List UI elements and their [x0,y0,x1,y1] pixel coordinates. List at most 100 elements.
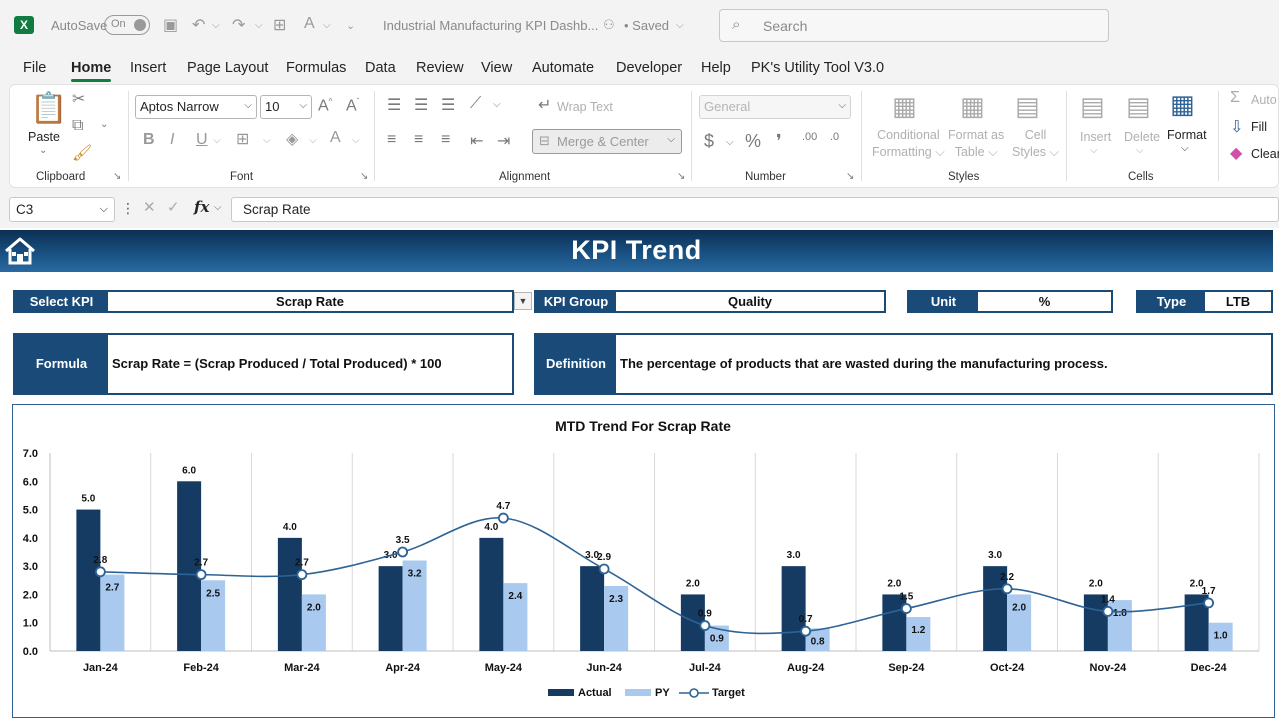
format-as-table-icon[interactable]: ▦ [960,91,985,122]
tab-data[interactable]: Data [365,60,396,76]
undo-dropdown-icon[interactable]: ⌵ [212,20,220,31]
borders-icon[interactable]: ⊞ [273,15,286,35]
name-box[interactable]: C3 ⌵ [9,197,115,222]
merge-center-button[interactable]: ⊟ Merge & Center ⌵ [532,129,682,154]
undo-icon[interactable]: ↶ [192,15,205,35]
insert-function-icon[interactable]: fx [194,198,209,216]
align-right-icon[interactable]: ≡ [441,131,450,149]
autosave-toggle[interactable]: On [104,15,150,35]
wrap-text-label[interactable]: Wrap Text [557,99,613,116]
font-color-dropdown-icon[interactable]: ⌵ [352,135,360,146]
align-center-icon[interactable]: ≡ [414,131,423,149]
font-size-dropdown[interactable]: 10 ⌵ [260,95,312,119]
orientation-dropdown-icon[interactable]: ⌵ [493,99,501,110]
bold-icon[interactable]: B [143,131,155,149]
fill-color-icon[interactable]: ◈ [286,129,298,149]
formula-input[interactable]: Scrap Rate [231,197,1279,222]
comma-style-icon[interactable]: ❜ [776,131,782,152]
font-color-dropdown-icon[interactable]: ⌵ [323,20,331,31]
number-format-dropdown[interactable]: General ⌵ [699,95,851,119]
insert-cells-icon[interactable]: ▤ [1080,91,1105,122]
format-dropdown-icon[interactable]: ⌵ [1181,143,1189,154]
delete-cells-icon[interactable]: ▤ [1126,91,1151,122]
save-icon[interactable]: ▣ [163,15,178,35]
shrink-font-icon[interactable]: Aˇ [346,97,359,115]
tab-home[interactable]: Home [71,60,112,82]
percent-icon[interactable]: % [745,131,761,152]
share-people-icon[interactable]: ⚇ [603,17,615,33]
tab-help[interactable]: Help [701,60,731,76]
function-dropdown-icon[interactable]: ⌵ [214,202,222,213]
borders-icon[interactable]: ⊞ [236,129,249,149]
align-bottom-icon[interactable]: ☰ [441,95,455,115]
select-kpi-value[interactable]: Scrap Rate [108,292,512,311]
insert-cells-label[interactable]: Insert [1080,129,1111,146]
fill-label[interactable]: Fill [1251,119,1267,136]
currency-icon[interactable]: $ [704,131,714,152]
paste-dropdown-icon[interactable]: ⌄ [39,145,47,156]
autosum-label[interactable]: Auto [1251,92,1277,109]
clear-icon[interactable]: ◆ [1230,143,1242,163]
tab-automate[interactable]: Automate [532,60,594,76]
copy-dropdown-icon[interactable]: ⌄ [100,119,108,130]
increase-decimal-icon[interactable]: .00 [802,131,817,143]
search-box[interactable]: ⌕ Search [719,9,1109,42]
tab-formulas[interactable]: Formulas [286,60,346,76]
document-title[interactable]: Industrial Manufacturing KPI Dashb... [383,18,598,33]
align-top-icon[interactable]: ☰ [387,95,401,115]
align-middle-icon[interactable]: ☰ [414,95,428,115]
font-name-dropdown[interactable]: Aptos Narrow ⌵ [135,95,257,119]
alignment-launcher-icon[interactable]: ↘ [677,171,685,182]
format-cells-icon[interactable]: ▦ [1170,89,1195,120]
grow-font-icon[interactable]: A^ [318,97,332,115]
format-cells-label[interactable]: Format [1167,127,1207,144]
mtd-trend-chart[interactable]: MTD Trend For Scrap Rate 0.0 1.0 2.0 3.0 4.0 5… [12,404,1275,718]
delete-cells-label[interactable]: Delete [1124,129,1160,146]
tab-pk-utility[interactable]: PK's Utility Tool V3.0 [751,60,884,76]
align-left-icon[interactable]: ≡ [387,131,396,149]
redo-icon[interactable]: ↷ [232,15,245,35]
delete-dropdown-icon[interactable]: ⌵ [1136,145,1144,156]
kpi-dropdown-arrow-icon[interactable]: ▼ [514,292,532,310]
underline-dropdown-icon[interactable]: ⌵ [213,135,221,146]
fill-color-dropdown-icon[interactable]: ⌵ [309,135,317,146]
cut-icon[interactable]: ✂ [72,89,85,109]
paste-icon[interactable]: 📋 [30,91,67,126]
number-launcher-icon[interactable]: ↘ [846,171,854,182]
saved-dropdown-icon[interactable]: ⌵ [676,20,684,31]
tab-file[interactable]: File [23,60,46,76]
tab-insert[interactable]: Insert [130,60,166,76]
italic-icon[interactable]: I [170,131,174,149]
tab-developer[interactable]: Developer [616,60,682,76]
tab-page-layout[interactable]: Page Layout [187,60,268,76]
enter-icon[interactable]: ✓ [167,198,180,216]
redo-dropdown-icon[interactable]: ⌵ [255,20,263,31]
clipboard-launcher-icon[interactable]: ↘ [113,171,121,182]
autosum-icon[interactable]: Σ [1230,89,1240,107]
customize-toolbar-icon[interactable]: ⌄ [346,19,355,32]
increase-indent-icon[interactable]: ⇥ [497,131,510,151]
fill-icon[interactable]: ⇩ [1230,117,1243,137]
orientation-icon[interactable]: ⟋ [470,95,481,113]
font-launcher-icon[interactable]: ↘ [360,171,368,182]
cell-styles-label[interactable]: Cell Styles ⌵ [1012,127,1059,161]
decrease-indent-icon[interactable]: ⇤ [470,131,483,151]
conditional-formatting-icon[interactable]: ▦ [892,91,917,122]
conditional-formatting-label[interactable]: Conditional Formatting ⌵ [872,127,945,161]
insert-dropdown-icon[interactable]: ⌵ [1090,145,1098,156]
cell-styles-icon[interactable]: ▤ [1015,91,1040,122]
more-options-icon[interactable]: ⋮ [121,200,135,217]
tab-review[interactable]: Review [416,60,464,76]
decrease-decimal-icon[interactable]: .0 [830,131,839,143]
currency-dropdown-icon[interactable]: ⌵ [726,137,734,148]
clear-label[interactable]: Clear [1251,146,1279,163]
wrap-text-icon[interactable]: ↵ [538,95,551,115]
font-color-icon[interactable]: A [304,15,315,33]
borders-dropdown-icon[interactable]: ⌵ [263,135,271,146]
format-painter-icon[interactable]: 🖌 [72,143,92,163]
cancel-icon[interactable]: ✕ [143,198,156,216]
copy-icon[interactable]: ⧉ [72,117,83,135]
format-as-table-label[interactable]: Format as Table ⌵ [948,127,1004,161]
underline-icon[interactable]: U [196,131,208,149]
font-color-icon[interactable]: A [330,129,341,147]
